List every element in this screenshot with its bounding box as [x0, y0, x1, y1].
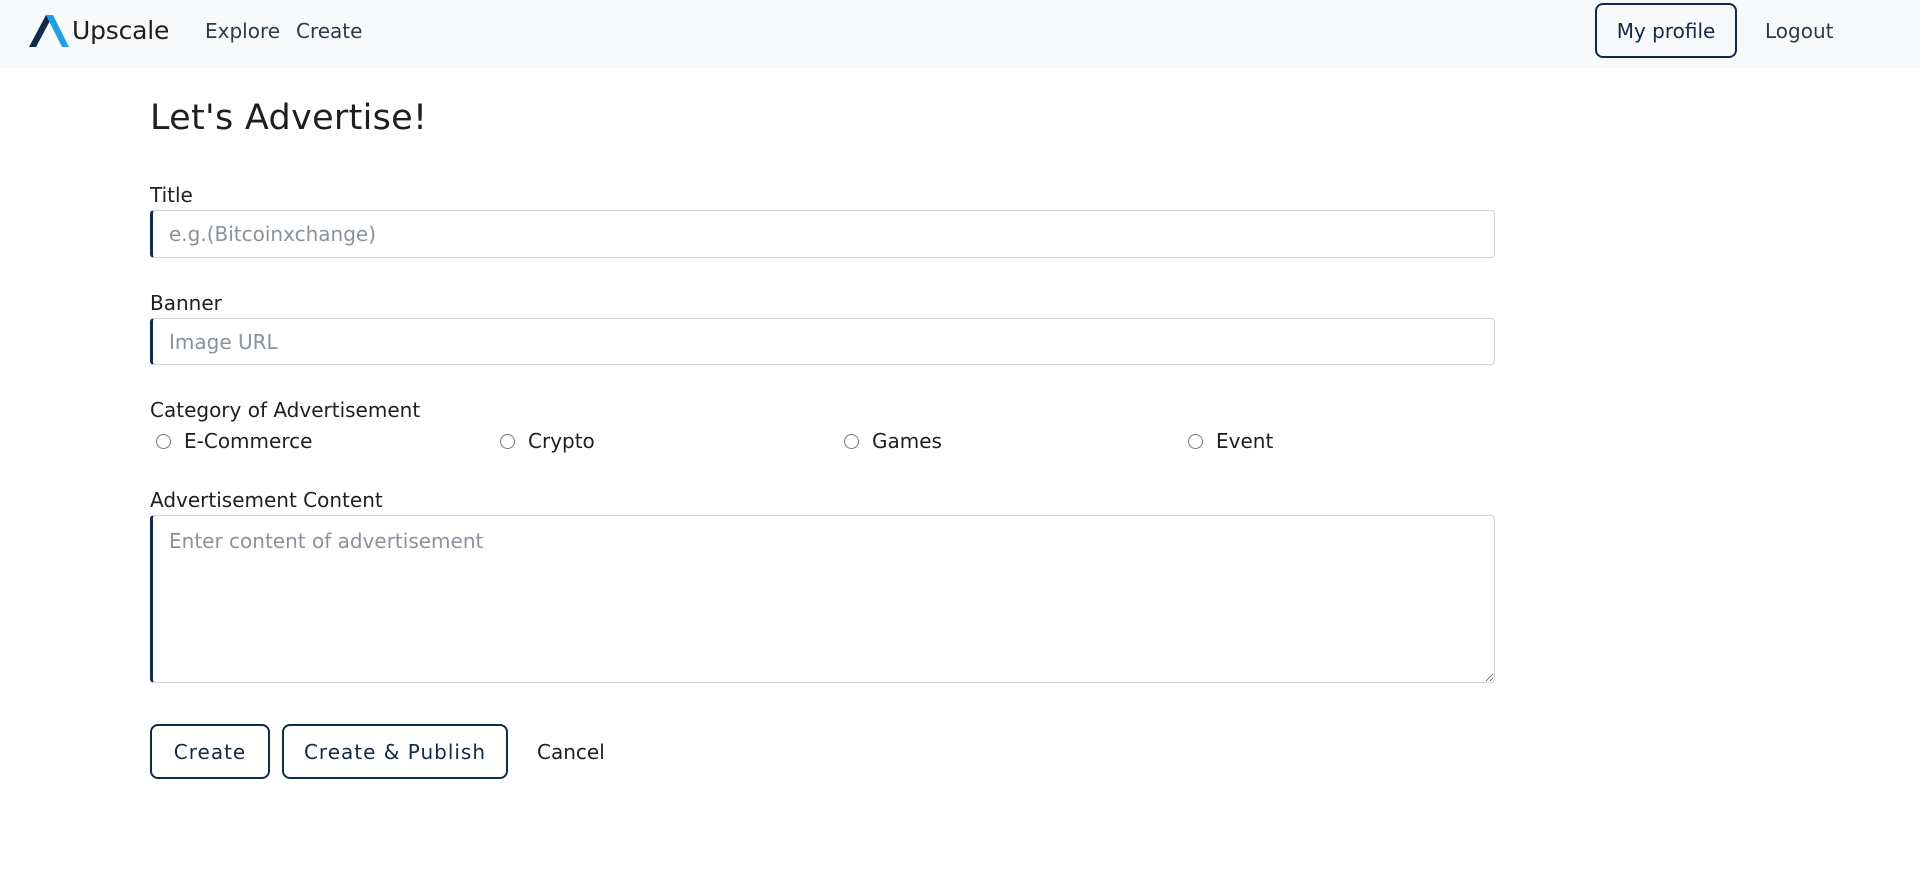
- category-option-label: Games: [872, 429, 942, 453]
- category-option-label: Event: [1216, 429, 1274, 453]
- my-profile-button[interactable]: My profile: [1595, 3, 1737, 58]
- nav-create-link[interactable]: Create: [296, 19, 362, 43]
- category-radio-crypto[interactable]: [500, 433, 515, 449]
- title-input[interactable]: [150, 210, 1495, 258]
- create-button[interactable]: Create: [150, 724, 270, 779]
- top-navbar: Upscale Explore Create My profile Logout: [0, 0, 1920, 68]
- upscale-logo-icon: [29, 11, 69, 49]
- category-option-ecommerce[interactable]: E-Commerce: [150, 428, 312, 454]
- category-option-label: E-Commerce: [184, 429, 313, 453]
- category-radio-group: E-Commerce Crypto Games Event: [150, 428, 1530, 454]
- banner-url-input[interactable]: [150, 318, 1495, 365]
- category-label: Category of Advertisement: [150, 398, 421, 422]
- create-publish-button[interactable]: Create & Publish: [282, 724, 508, 779]
- brand-link[interactable]: Upscale: [29, 11, 169, 49]
- banner-label: Banner: [150, 291, 222, 315]
- category-option-crypto[interactable]: Crypto: [494, 428, 595, 454]
- logout-link[interactable]: Logout: [1765, 19, 1833, 43]
- page-title: Let's Advertise!: [150, 98, 428, 138]
- advertisement-content-textarea[interactable]: [150, 515, 1495, 683]
- brand-name: Upscale: [72, 15, 170, 45]
- category-option-label: Crypto: [528, 429, 595, 453]
- category-radio-games[interactable]: [844, 433, 859, 449]
- cancel-button[interactable]: Cancel: [537, 740, 605, 764]
- title-label: Title: [150, 183, 193, 207]
- category-option-games[interactable]: Games: [838, 428, 942, 454]
- nav-explore-link[interactable]: Explore: [205, 19, 280, 43]
- category-radio-event[interactable]: [1188, 433, 1203, 449]
- category-radio-ecommerce[interactable]: [156, 433, 171, 449]
- category-option-event[interactable]: Event: [1182, 428, 1273, 454]
- content-label: Advertisement Content: [150, 488, 383, 512]
